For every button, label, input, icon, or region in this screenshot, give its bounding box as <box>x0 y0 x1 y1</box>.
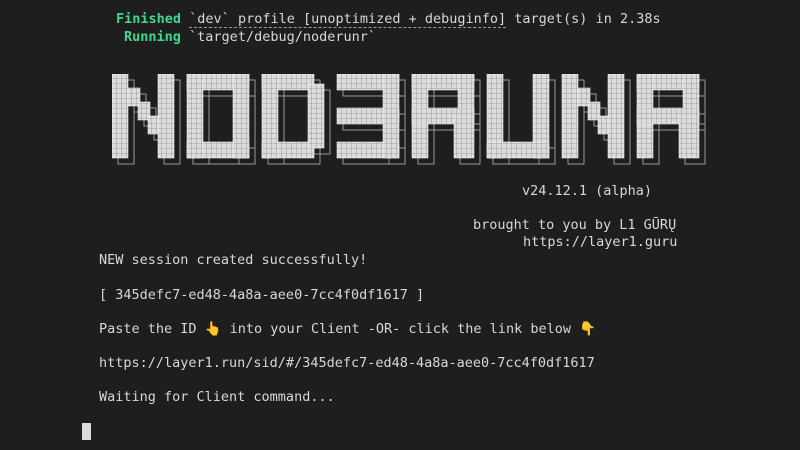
build-finished-line: Finished `dev` profile [unoptimized + de… <box>116 10 661 28</box>
logo-block <box>147 115 159 135</box>
logo-block <box>186 74 204 159</box>
logo-block <box>486 141 550 159</box>
credit-text: brought to you by L1 GŪRŲ <box>473 217 677 233</box>
terminal-cursor <box>82 423 91 440</box>
logo-block <box>307 83 325 149</box>
noderunr-logo <box>112 74 706 165</box>
logo-block <box>678 117 700 159</box>
logo-block <box>232 74 250 159</box>
running-label: Running <box>124 29 181 45</box>
session-created-message: NEW session created successfully! <box>99 252 368 268</box>
logo-block <box>453 117 475 159</box>
waiting-message: Waiting for Client command... <box>99 389 335 405</box>
logo-block <box>157 74 175 159</box>
profile-text: `dev` profile [unoptimized + debuginfo] <box>189 11 507 28</box>
instructions-text: Paste the ID 👆 into your Client -OR- cli… <box>99 321 596 337</box>
logo-block <box>261 74 279 159</box>
version-text: v24.12.1 (alpha) <box>522 183 653 199</box>
session-link[interactable]: https://layer1.run/sid/#/345defc7-ed48-4… <box>99 354 595 372</box>
running-target: `target/debug/noderunr` <box>189 29 376 45</box>
logo-block <box>112 74 129 159</box>
credit-url[interactable]: https://layer1.guru <box>523 233 677 251</box>
logo-block <box>382 74 400 159</box>
terminal-window[interactable]: Finished `dev` profile [unoptimized + de… <box>0 0 800 450</box>
build-running-line: Running `target/debug/noderunr` <box>124 28 376 46</box>
logo-block <box>597 115 609 135</box>
session-id[interactable]: [ 345defc7-ed48-4a8a-aee0-7cc4f0df1617 ] <box>99 286 424 304</box>
finished-label: Finished <box>116 11 182 27</box>
finished-time: target(s) in 2.38s <box>506 11 661 27</box>
logo-block <box>607 74 625 159</box>
logo-block <box>561 74 579 159</box>
